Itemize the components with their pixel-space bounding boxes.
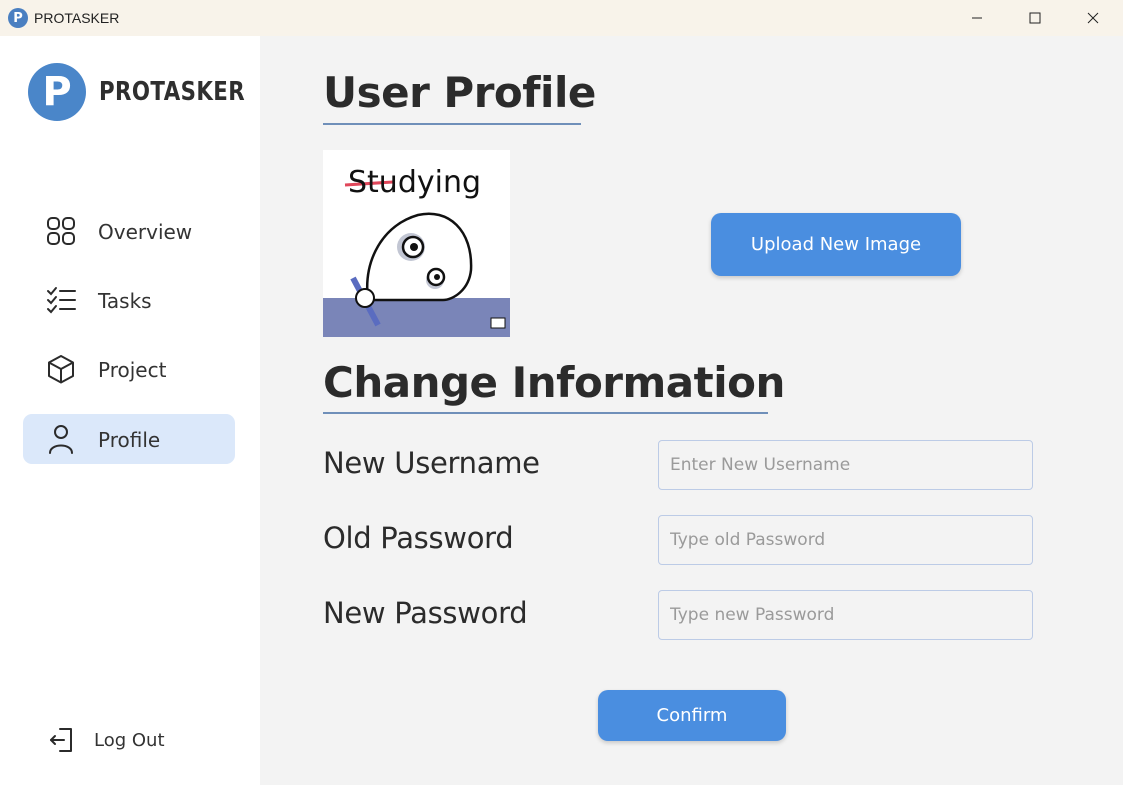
brand-name: PROTASKER [99,77,246,107]
grid-icon [47,217,75,245]
logout-button[interactable]: Log Out [48,722,188,758]
app-logo-icon: P [8,8,28,28]
new-username-input[interactable] [658,440,1033,490]
sidebar: P PROTASKER Overview Tasks Project Profi… [0,36,260,785]
sidebar-item-label: Tasks [98,289,152,313]
user-icon [49,425,73,454]
sidebar-item-profile[interactable]: Profile [23,414,235,464]
username-label: New Username [323,446,540,480]
minimize-button[interactable] [948,0,1006,36]
sidebar-item-tasks[interactable]: Tasks [23,275,235,325]
section-title: Change Information [323,358,785,407]
section-underline [323,412,768,414]
maximize-icon [1029,12,1041,24]
close-icon [1087,12,1099,24]
title-bar: P PROTASKER [0,0,1123,36]
new-password-input[interactable] [658,590,1033,640]
sidebar-item-label: Profile [98,428,161,452]
sidebar-item-overview[interactable]: Overview [23,206,235,256]
avatar: Studying [323,150,510,337]
confirm-button[interactable]: Confirm [598,690,786,741]
avatar-caption: Studying [348,165,481,200]
upload-image-button[interactable]: Upload New Image [711,213,961,276]
title-underline [323,123,581,125]
cube-icon [48,355,74,384]
old-password-input[interactable] [658,515,1033,565]
brand: P PROTASKER [28,63,277,121]
logout-label: Log Out [94,730,165,751]
logout-icon [50,728,72,752]
window-title: PROTASKER [34,10,120,26]
sidebar-item-label: Overview [98,220,193,244]
avatar-image: Studying [323,150,510,337]
sidebar-item-label: Project [98,358,167,382]
checklist-icon [47,287,76,314]
old-password-label: Old Password [323,521,514,555]
main-content: User Profile Studying Upload New Image C… [260,36,1123,785]
close-button[interactable] [1064,0,1122,36]
page-title: User Profile [323,68,596,117]
new-password-label: New Password [323,596,528,630]
maximize-button[interactable] [1006,0,1064,36]
sidebar-item-project[interactable]: Project [23,344,235,394]
minimize-icon [972,17,982,19]
brand-logo-icon: P [28,63,86,121]
